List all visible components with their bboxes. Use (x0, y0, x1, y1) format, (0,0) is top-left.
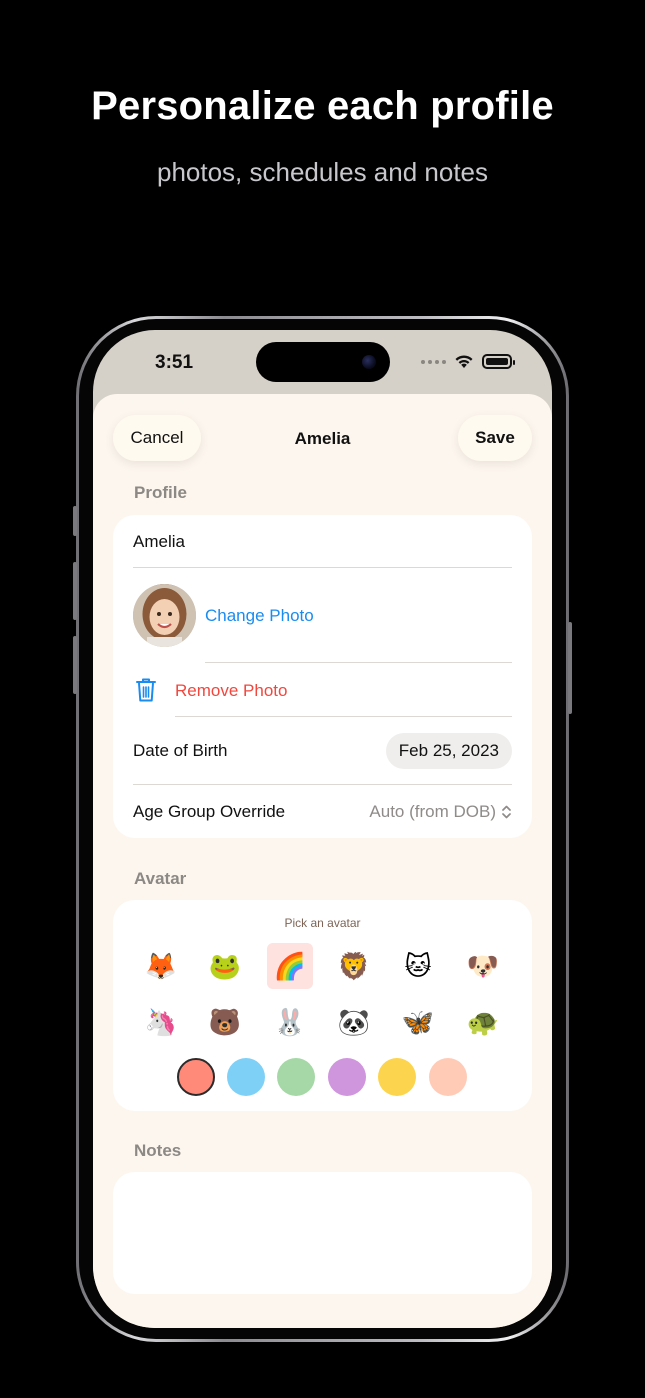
camera-icon (362, 355, 376, 369)
phone-volume-up-button (73, 562, 77, 620)
avatar-color-swatch[interactable] (378, 1058, 416, 1096)
change-photo-button[interactable]: Change Photo (205, 606, 314, 626)
avatar-color-swatch[interactable] (328, 1058, 366, 1096)
signal-dots-icon (421, 359, 446, 364)
avatar-emoji-option[interactable]: 🦁 (331, 943, 377, 989)
age-group-label: Age Group Override (133, 802, 286, 821)
dob-picker[interactable]: Feb 25, 2023 (385, 733, 512, 769)
section-label-notes: Notes (134, 1141, 182, 1160)
wifi-icon (455, 355, 473, 368)
name-field[interactable]: Amelia (133, 532, 185, 552)
section-label-avatar: Avatar (134, 869, 187, 888)
section-label-profile: Profile (134, 483, 187, 502)
avatar-emoji-option[interactable]: 🐱 (395, 943, 441, 989)
phone-volume-down-button (73, 636, 77, 694)
profile-card: Amelia Change Photo Remove Photo Date of… (113, 515, 532, 838)
avatar-emoji-option[interactable]: 🐻 (202, 999, 248, 1045)
promo-title: Personalize each profile (91, 84, 554, 128)
avatar-emoji-option[interactable]: 🦊 (138, 943, 184, 989)
avatar-emoji-option[interactable]: 🐢 (460, 999, 506, 1045)
avatar-emoji-option[interactable]: 🐸 (202, 943, 248, 989)
avatar-emoji-option[interactable]: 🦄 (138, 999, 184, 1045)
trash-icon[interactable] (135, 677, 157, 703)
chevron-up-down-icon (502, 805, 511, 819)
avatar-emoji-option[interactable]: 🐼 (331, 999, 377, 1045)
avatar-color-swatch[interactable] (227, 1058, 265, 1096)
age-group-picker[interactable]: Auto (from DOB) (369, 802, 512, 822)
notes-field[interactable] (113, 1172, 532, 1294)
avatar-emoji-option[interactable]: 🌈 (267, 943, 313, 989)
status-indicators (421, 354, 515, 369)
avatar-emoji-option[interactable]: 🦋 (395, 999, 441, 1045)
promo-subtitle: photos, schedules and notes (156, 157, 489, 187)
remove-photo-button[interactable]: Remove Photo (175, 681, 287, 701)
battery-icon (482, 354, 515, 369)
avatar-color-swatch[interactable] (177, 1058, 215, 1096)
avatar-color-swatch[interactable] (277, 1058, 315, 1096)
age-group-value: Auto (from DOB) (369, 802, 496, 821)
divider (175, 716, 512, 717)
avatar-color-swatch[interactable] (429, 1058, 467, 1096)
divider (133, 567, 512, 568)
avatar-card: Pick an avatar 🦊 🐸 🌈 🦁 🐱 🐶 🦄 🐻 🐰 🐼 🦋 🐢 (113, 900, 532, 1111)
profile-photo[interactable] (133, 584, 196, 647)
edit-profile-sheet: Cancel Amelia Save Profile Amelia Change… (93, 394, 552, 1328)
divider (205, 662, 512, 663)
dynamic-island (256, 342, 390, 382)
avatar-emoji-option[interactable]: 🐰 (267, 999, 313, 1045)
pick-avatar-label: Pick an avatar (284, 916, 361, 930)
avatar-emoji-option[interactable]: 🐶 (460, 943, 506, 989)
dob-label: Date of Birth (133, 741, 228, 760)
save-button[interactable]: Save (458, 415, 532, 461)
phone-screen: 3:51 Cancel Amelia Save Profile Amelia C… (93, 330, 552, 1328)
divider (133, 784, 512, 785)
phone-power-button (568, 622, 572, 714)
child-portrait-icon (133, 584, 196, 647)
phone-action-button (73, 506, 77, 536)
status-time: 3:51 (155, 352, 194, 373)
